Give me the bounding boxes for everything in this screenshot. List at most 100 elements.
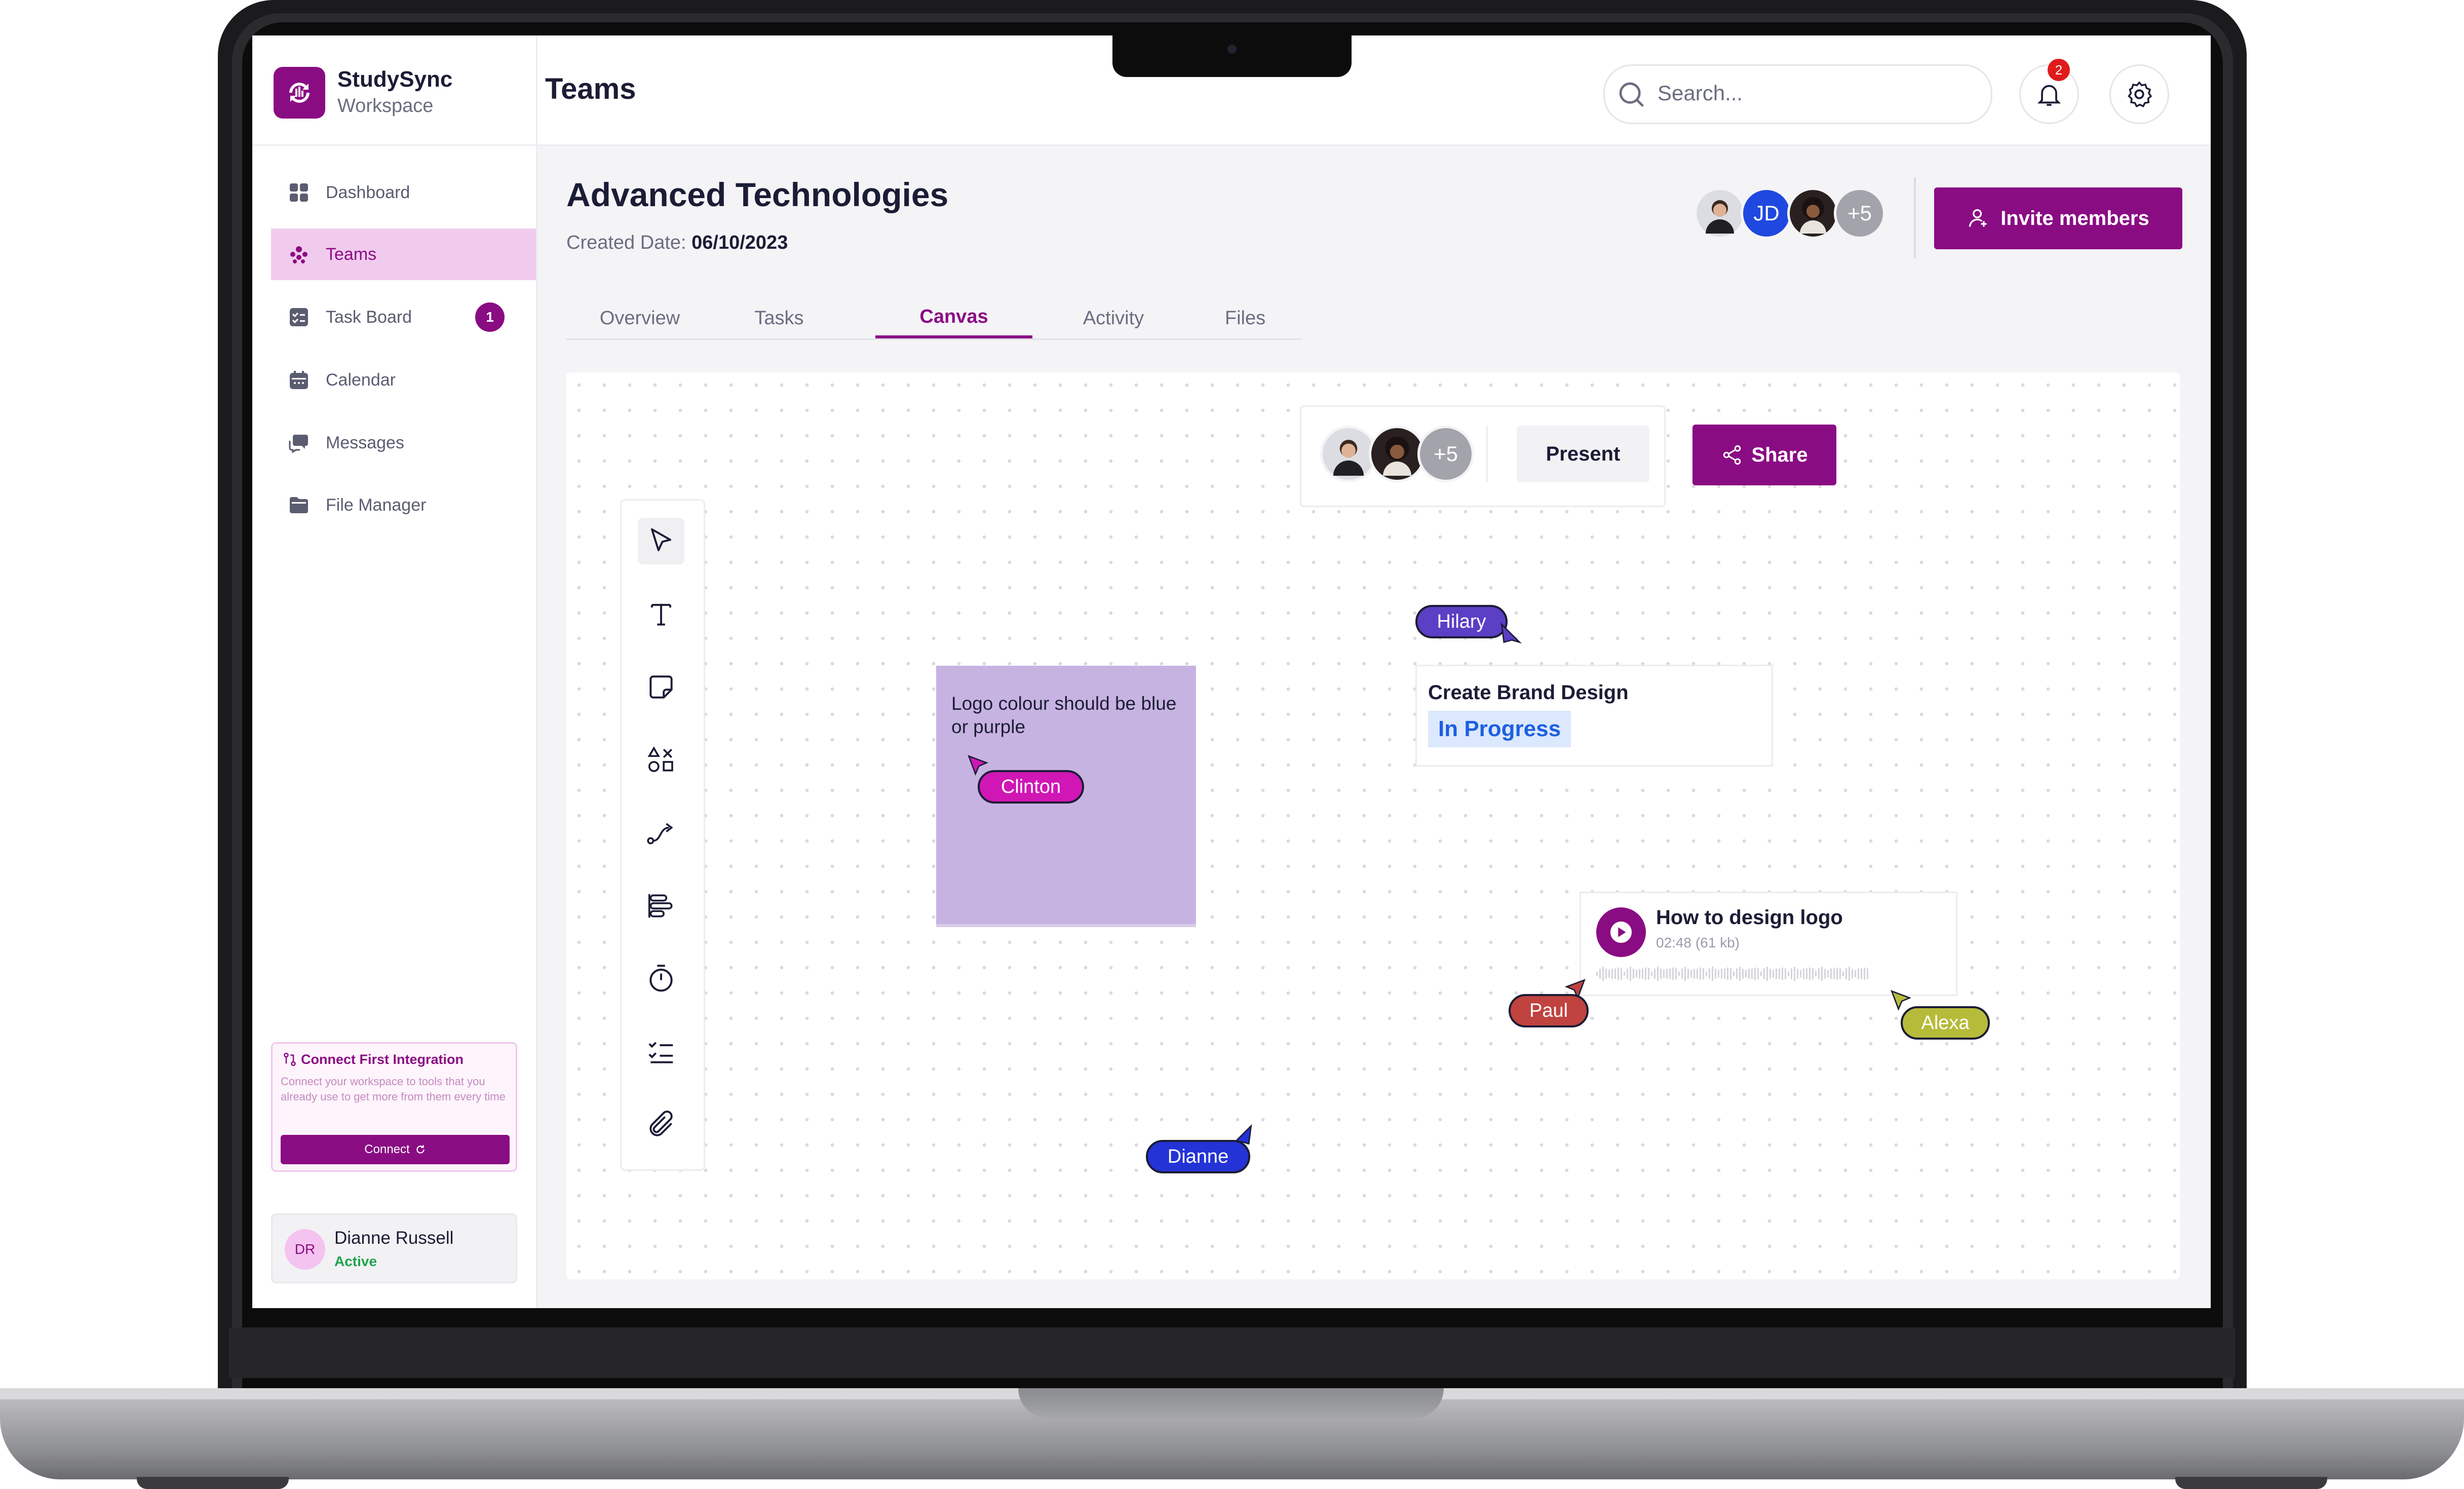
waveform-bar <box>1769 969 1771 979</box>
cursor-label-paul: Paul <box>1509 994 1589 1027</box>
cursor-tool[interactable] <box>638 518 684 564</box>
waveform-bar <box>1754 967 1756 980</box>
refresh-icon <box>416 1145 425 1154</box>
integration-icon <box>284 1052 296 1066</box>
tab-files[interactable]: Files <box>1195 298 1296 338</box>
waveform-bar <box>1748 969 1750 979</box>
audio-meta: 02:48 (61 kb) <box>1656 935 1740 950</box>
sidebar-item-calendar[interactable]: Calendar <box>271 354 536 406</box>
member-avatar[interactable] <box>1694 187 1746 239</box>
waveform-bar <box>1836 967 1838 980</box>
waveform-bar <box>1842 971 1844 977</box>
bell-icon <box>2037 85 2061 106</box>
checklist-tool[interactable] <box>638 1028 684 1075</box>
app-subtitle: Workspace <box>337 95 434 117</box>
laptop-thumb-notch <box>1018 1388 1444 1419</box>
waveform-bar <box>1766 967 1768 981</box>
whiteboard-canvas[interactable] <box>566 372 2180 1279</box>
connector-tool[interactable] <box>638 810 684 856</box>
checklist-icon <box>648 1042 673 1063</box>
more-collaborators[interactable]: +5 <box>1417 426 1474 482</box>
camera-notch <box>1112 33 1352 77</box>
gear-icon <box>2128 81 2152 107</box>
waveform-bar <box>1666 969 1668 979</box>
cursor-pointer-alexa <box>1891 990 1912 1011</box>
waveform-bar <box>1803 968 1804 979</box>
invite-members-button[interactable]: Invite members <box>1934 187 2182 249</box>
sidebar-item-file-manager[interactable]: File Manager <box>271 479 536 531</box>
waveform-bar <box>1830 968 1832 979</box>
tab-canvas[interactable]: Canvas <box>875 298 1032 338</box>
screen-chin <box>229 1327 2235 1378</box>
app-name: StudySync <box>337 67 453 92</box>
waveform-bar <box>1845 968 1847 979</box>
waveform-bar <box>1773 970 1774 978</box>
waveform-bar <box>1827 970 1829 977</box>
sidebar-item-label: Task Board <box>326 307 412 327</box>
camera <box>1227 45 1237 54</box>
waveform-bar <box>1833 968 1835 979</box>
sidebar-item-dashboard[interactable]: Dashboard <box>271 167 536 218</box>
waveform-bar <box>1596 972 1598 976</box>
sticky-note-icon <box>649 675 673 699</box>
member-avatar[interactable] <box>1787 187 1839 239</box>
shapes-tool[interactable] <box>638 737 684 783</box>
sticky-note-text: Logo colour should be blue or purple <box>951 693 1177 737</box>
tab-overview[interactable]: Overview <box>576 298 703 338</box>
connect-button[interactable]: Connect <box>281 1135 510 1164</box>
sidebar: StudySync Workspace Dashboard Teams Task… <box>252 35 537 1308</box>
task-card[interactable]: Create Brand Design In Progress <box>1415 665 1773 767</box>
waveform-bar <box>1712 967 1713 981</box>
waveform-bar <box>1730 968 1731 980</box>
sidebar-item-messages[interactable]: Messages <box>271 417 536 469</box>
avatar: DR <box>285 1229 325 1270</box>
waveform-bar <box>1742 969 1744 979</box>
cursor-label-hilary: Hilary <box>1415 605 1508 638</box>
cursor-label-alexa: Alexa <box>1901 1006 1990 1040</box>
waveform-bar <box>1855 970 1856 977</box>
header-divider <box>1914 177 1916 258</box>
play-icon <box>1610 921 1632 943</box>
member-avatar-jd[interactable]: JD <box>1741 187 1792 239</box>
timer-tool[interactable] <box>638 956 684 1002</box>
waveform-bar <box>1736 968 1738 979</box>
waveform-bar <box>1709 968 1710 979</box>
waveform-bar <box>1782 967 1783 980</box>
settings-button[interactable] <box>2109 64 2169 124</box>
waveform-bar <box>1721 969 1722 979</box>
search-input[interactable]: Search... <box>1603 64 1992 124</box>
audio-card[interactable]: How to design logo 02:48 (61 kb) <box>1580 892 1957 996</box>
waveform-bar <box>1745 970 1747 978</box>
waveform-bar <box>1602 967 1604 981</box>
waveform-bar <box>1599 968 1601 979</box>
waveform-bar <box>1815 971 1817 976</box>
sidebar-item-label: Calendar <box>326 370 396 390</box>
waveform-bar <box>1627 968 1628 979</box>
play-button[interactable] <box>1596 907 1646 957</box>
sidebar-item-teams[interactable]: Teams <box>271 228 536 280</box>
shapes-icon <box>647 746 673 772</box>
attachment-tool[interactable] <box>638 1101 684 1148</box>
waveform-bar <box>1861 968 1862 979</box>
waveform-bar <box>1760 971 1762 976</box>
user-profile[interactable]: DR Dianne Russell Active <box>271 1213 517 1283</box>
tab-tasks[interactable]: Tasks <box>728 298 830 338</box>
app-logo[interactable] <box>274 67 325 119</box>
sidebar-item-task-board[interactable]: Task Board 1 <box>271 291 536 343</box>
waveform-bar <box>1703 968 1704 980</box>
tab-bar: Overview Tasks Canvas Activity Files <box>566 298 1301 340</box>
more-members[interactable]: +5 <box>1834 187 1885 239</box>
text-tool[interactable] <box>638 591 684 637</box>
waveform-bar <box>1648 968 1649 980</box>
notification-badge: 2 <box>2048 59 2070 81</box>
tab-activity[interactable]: Activity <box>1053 298 1174 338</box>
waveform-bar <box>1669 968 1671 979</box>
align-tool[interactable] <box>638 883 684 929</box>
present-button[interactable]: Present <box>1517 426 1649 482</box>
waveform-bar <box>1608 970 1610 978</box>
share-button[interactable]: Share <box>1692 425 1836 485</box>
waveform-bar <box>1642 968 1643 979</box>
checklist-icon <box>288 307 310 328</box>
cursor-pointer-hilary <box>1500 622 1522 644</box>
sticky-note-tool[interactable] <box>638 664 684 710</box>
